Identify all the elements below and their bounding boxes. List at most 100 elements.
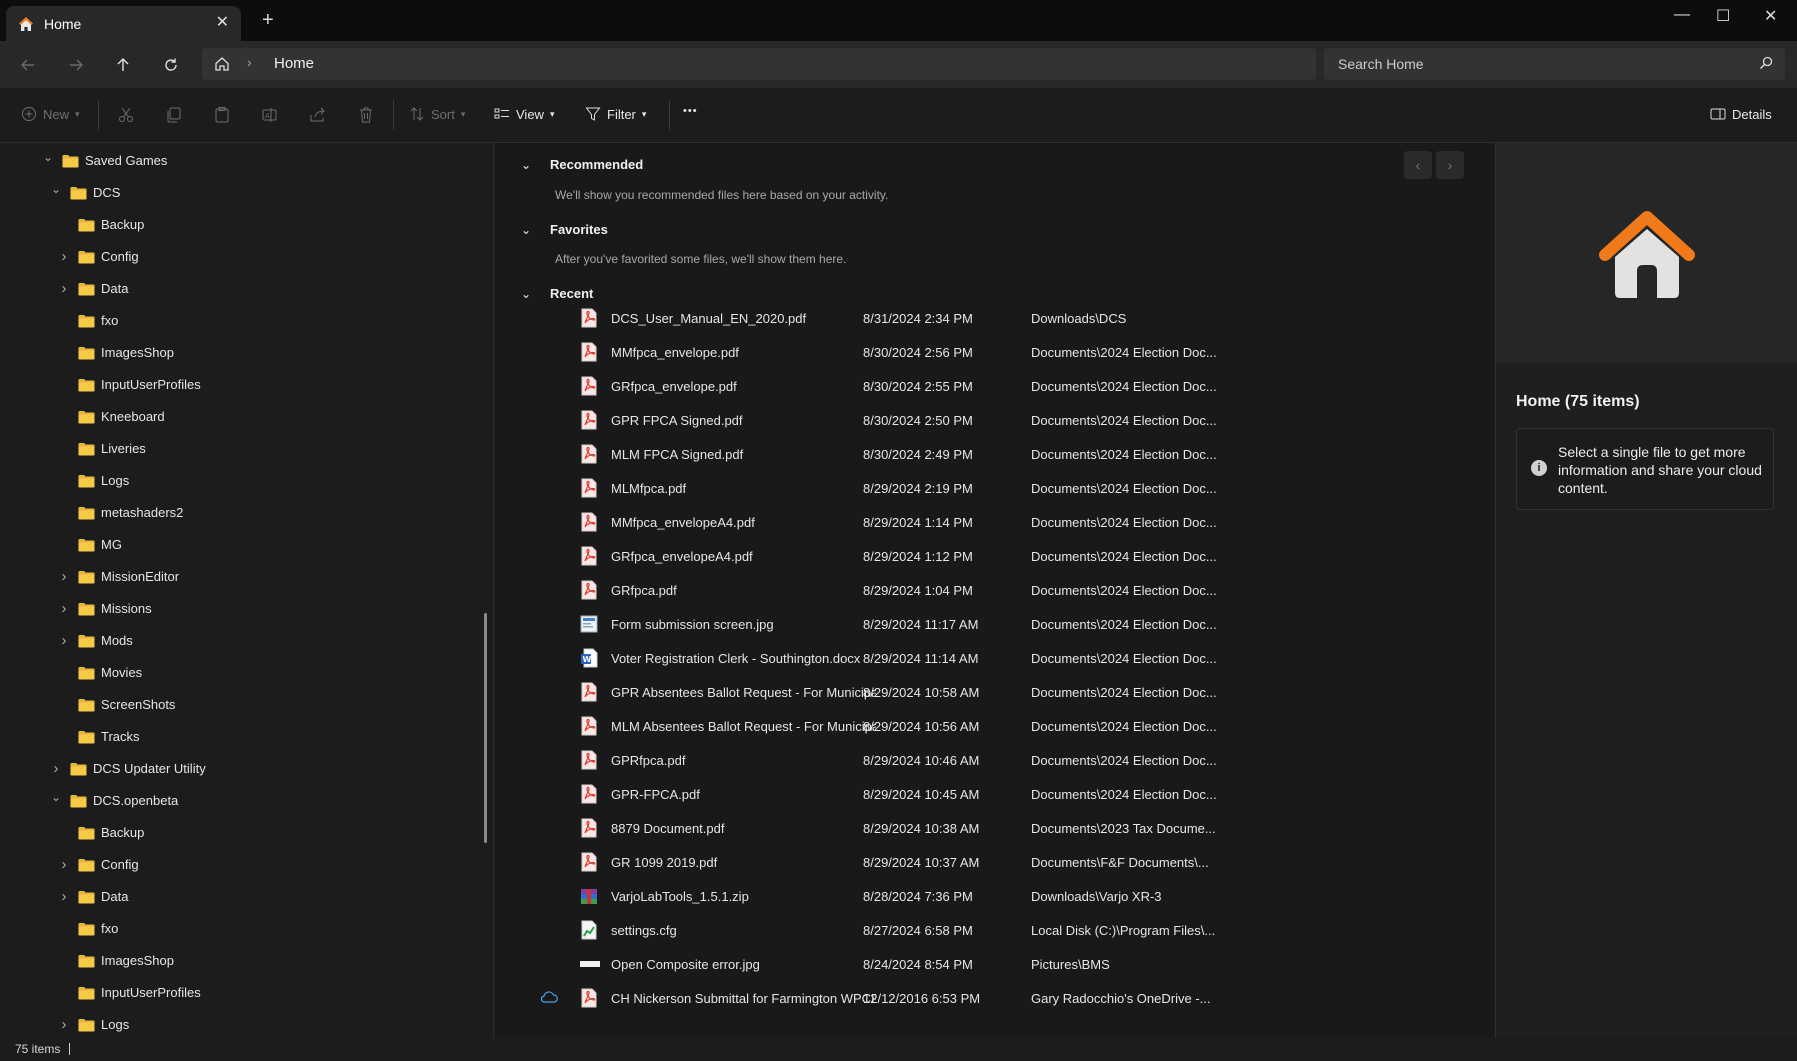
sidebar-item[interactable]: ImagesShop — [56, 337, 174, 367]
sidebar-item[interactable]: Liveries — [56, 433, 146, 463]
sidebar-item[interactable]: Logs — [56, 465, 129, 495]
sidebar-item[interactable]: ImagesShop — [56, 945, 174, 975]
table-row[interactable]: GRfpca_envelopeA4.pdf 8/29/2024 1:12 PM Do… — [540, 539, 1440, 573]
sidebar-item[interactable]: › Data — [56, 273, 129, 303]
tab-home[interactable]: Home ✕ — [6, 6, 241, 41]
close-window-button[interactable]: ✕ — [1764, 6, 1777, 26]
chevron-down-icon[interactable]: ⌄ — [521, 223, 531, 237]
view-button[interactable]: View ▾ — [494, 106, 554, 122]
chevron-down-icon[interactable]: ⌄ — [48, 182, 64, 196]
chevron-down-icon[interactable]: ⌄ — [521, 287, 531, 301]
table-row[interactable]: MMfpca_envelope.pdf 8/30/2024 2:56 PM Docu… — [540, 335, 1440, 369]
table-row[interactable]: DCS_User_Manual_EN_2020.pdf 8/31/2024 2:3… — [540, 301, 1440, 335]
sidebar-item[interactable]: › Logs — [56, 1009, 130, 1038]
sidebar-item[interactable]: fxo — [56, 305, 118, 335]
home-outline-icon[interactable] — [214, 56, 230, 72]
table-row[interactable]: GPR-FPCA.pdf 8/29/2024 10:45 AM Documents\… — [540, 777, 1440, 811]
table-row[interactable]: GR 1099 2019.pdf 8/29/2024 10:37 AM Docume… — [540, 845, 1440, 879]
tab-close-icon[interactable]: ✕ — [216, 12, 229, 32]
sidebar-item[interactable]: › DCS Updater Utility — [48, 753, 206, 783]
filter-button[interactable]: Filter ▾ — [585, 106, 646, 122]
sidebar-item[interactable]: › Config — [56, 241, 139, 271]
sidebar-item[interactable]: Movies — [56, 657, 142, 687]
table-row[interactable]: CH Nickerson Submittal for Farmington WP… — [540, 981, 1440, 1015]
sidebar-item[interactable]: ScreenShots — [56, 689, 175, 719]
next-page-button[interactable]: › — [1436, 151, 1464, 179]
sidebar-item[interactable]: ⌄ DCS.openbeta — [48, 785, 178, 815]
sidebar-item[interactable]: Kneeboard — [56, 401, 165, 431]
chevron-right-icon[interactable]: › — [56, 888, 72, 905]
search-icon[interactable] — [1759, 56, 1773, 70]
table-row[interactable]: 8879 Document.pdf 8/29/2024 10:38 AM Docum… — [540, 811, 1440, 845]
chevron-down-icon[interactable]: ⌄ — [521, 158, 531, 172]
chevron-right-icon[interactable]: › — [56, 1016, 72, 1033]
table-row[interactable]: GPRfpca.pdf 8/29/2024 10:46 AM Documents\2… — [540, 743, 1440, 777]
address-bar[interactable]: › Home — [202, 48, 1316, 80]
sidebar-item[interactable]: ⌄ Saved Games — [40, 145, 167, 175]
chevron-right-icon[interactable]: › — [56, 248, 72, 265]
file-name: GPRfpca.pdf — [611, 753, 686, 768]
chevron-right-icon[interactable]: › — [56, 280, 72, 297]
refresh-button[interactable] — [157, 51, 185, 79]
table-row[interactable]: GRfpca_envelope.pdf 8/30/2024 2:55 PM Docu… — [540, 369, 1440, 403]
previous-page-button[interactable]: ‹ — [1404, 151, 1432, 179]
chevron-right-icon[interactable]: › — [56, 568, 72, 585]
paste-button[interactable] — [213, 106, 231, 124]
sidebar-item[interactable]: › Mods — [56, 625, 133, 655]
table-row[interactable]: Form submission screen.jpg 8/29/2024 11:1… — [540, 607, 1440, 641]
sidebar-item[interactable]: Backup — [56, 817, 144, 847]
sidebar-item[interactable]: Backup — [56, 209, 144, 239]
table-row[interactable]: settings.cfg 8/27/2024 6:58 PM Local Disk … — [540, 913, 1440, 947]
maximize-button[interactable]: ☐ — [1716, 6, 1730, 26]
table-row[interactable]: GPR FPCA Signed.pdf 8/30/2024 2:50 PM Docu… — [540, 403, 1440, 437]
chevron-right-icon[interactable]: › — [56, 856, 72, 873]
new-button[interactable]: New ▾ — [21, 106, 80, 122]
minimize-button[interactable]: — — [1674, 6, 1690, 24]
table-row[interactable]: Open Composite error.jpg 8/24/2024 8:54 P… — [540, 947, 1440, 981]
chevron-right-icon[interactable]: › — [48, 760, 64, 777]
table-row[interactable]: MMfpca_envelopeA4.pdf 8/29/2024 1:14 PM Do… — [540, 505, 1440, 539]
section-recent-header[interactable]: ⌄ Recent — [521, 286, 593, 301]
share-button[interactable] — [309, 106, 327, 124]
chevron-down-icon[interactable]: ⌄ — [40, 150, 56, 164]
delete-button[interactable] — [357, 106, 375, 124]
more-options-button[interactable]: ••• — [683, 105, 698, 117]
chevron-right-icon[interactable]: › — [56, 632, 72, 649]
chevron-right-icon[interactable]: › — [56, 600, 72, 617]
breadcrumb-chevron-icon[interactable]: › — [247, 54, 252, 70]
cut-button[interactable] — [117, 106, 135, 124]
breadcrumb-home[interactable]: Home — [274, 55, 314, 72]
search-input[interactable]: Search Home — [1338, 56, 1424, 72]
back-button[interactable] — [14, 51, 42, 79]
table-row[interactable]: MLMfpca.pdf 8/29/2024 2:19 PM Documents\20… — [540, 471, 1440, 505]
rename-button[interactable]: A — [261, 106, 279, 124]
sidebar-item[interactable]: InputUserProfiles — [56, 369, 201, 399]
sidebar-item[interactable]: › MissionEditor — [56, 561, 180, 591]
table-row[interactable]: VarjoLabTools_1.5.1.zip 8/28/2024 7:36 PM… — [540, 879, 1440, 913]
details-button[interactable]: Details — [1710, 106, 1772, 122]
scrollbar-thumb[interactable] — [484, 613, 487, 843]
sidebar-item[interactable]: › Data — [56, 881, 129, 911]
sort-button[interactable]: Sort ▾ — [409, 106, 465, 122]
up-button[interactable] — [109, 51, 137, 79]
forward-button[interactable] — [62, 51, 90, 79]
sidebar-item[interactable]: ⌄ DCS — [48, 177, 120, 207]
sidebar-item[interactable]: Tracks — [56, 721, 140, 751]
table-row[interactable]: MLM FPCA Signed.pdf 8/30/2024 2:49 PM Docu… — [540, 437, 1440, 471]
new-tab-button[interactable]: + — [262, 10, 274, 30]
table-row[interactable]: W Voter Registration Clerk - Southington.… — [540, 641, 1440, 675]
section-favorites-header[interactable]: ⌄ Favorites — [521, 222, 608, 237]
sidebar-item[interactable]: fxo — [56, 913, 118, 943]
sidebar-item[interactable]: › Config — [56, 849, 139, 879]
section-recommended-header[interactable]: ⌄ Recommended — [521, 157, 643, 172]
table-row[interactable]: GRfpca.pdf 8/29/2024 1:04 PM Documents\202… — [540, 573, 1440, 607]
sidebar-item[interactable]: InputUserProfiles — [56, 977, 201, 1007]
sidebar-item[interactable]: MG — [56, 529, 122, 559]
search-box[interactable]: Search Home — [1324, 48, 1785, 80]
chevron-down-icon[interactable]: ⌄ — [48, 790, 64, 804]
table-row[interactable]: MLM Absentees Ballot Request - For Munic… — [540, 709, 1440, 743]
table-row[interactable]: GPR Absentees Ballot Request - For Munic… — [540, 675, 1440, 709]
sidebar-item[interactable]: metashaders2 — [56, 497, 183, 527]
sidebar-item[interactable]: › Missions — [56, 593, 152, 623]
copy-button[interactable] — [165, 106, 183, 124]
